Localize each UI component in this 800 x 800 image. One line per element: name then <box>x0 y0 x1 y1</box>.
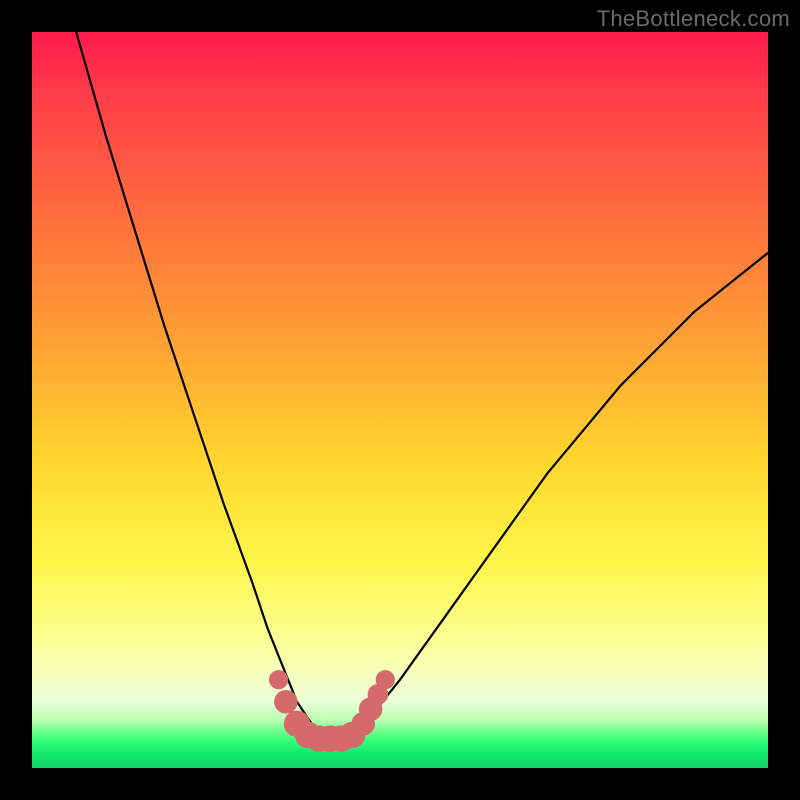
bottleneck-curve <box>76 32 768 739</box>
curve-marker <box>269 670 288 689</box>
bottleneck-markers <box>269 670 395 752</box>
curve-marker <box>376 670 395 689</box>
curve-marker <box>274 690 298 714</box>
chart-svg <box>32 32 768 768</box>
chart-frame: TheBottleneck.com <box>0 0 800 800</box>
chart-plot-area <box>32 32 768 768</box>
watermark-text: TheBottleneck.com <box>597 6 790 32</box>
